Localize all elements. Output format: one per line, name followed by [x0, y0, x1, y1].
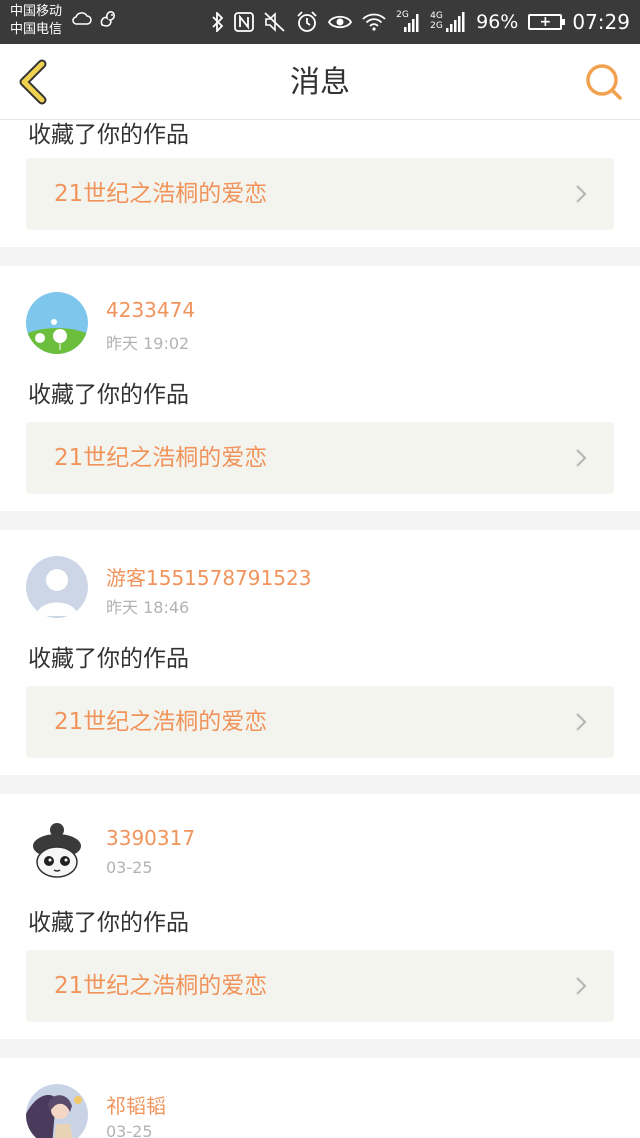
search-icon	[586, 64, 622, 100]
status-right: 2G 4G 2G 96% + 07:29	[212, 0, 630, 44]
alarm-icon	[297, 11, 317, 32]
anime-avatar-icon	[26, 1084, 88, 1138]
work-link[interactable]: 21世纪之浩桐的爱恋	[26, 686, 614, 758]
message-list[interactable]: 收藏了你的作品 21世纪之浩桐的爱恋 4233474 昨天 19:02 收藏了你…	[0, 120, 640, 1138]
message-card: 收藏了你的作品 21世纪之浩桐的爱恋	[0, 120, 640, 247]
nfc-icon	[234, 12, 255, 32]
message-card: 3390317 03-25 收藏了你的作品 21世纪之浩桐的爱恋	[0, 794, 640, 1039]
default-user-avatar-icon	[26, 556, 88, 618]
squirrel-icon	[100, 11, 115, 27]
chevron-right-icon	[576, 977, 587, 995]
message-time: 昨天 19:02	[106, 334, 190, 353]
cartoon-character-avatar-icon	[26, 820, 88, 882]
carrier-2: 中国电信	[10, 22, 63, 37]
bluetooth-icon	[212, 12, 224, 32]
search-button[interactable]	[584, 62, 624, 102]
carrier-labels: 中国移动 中国电信	[10, 3, 62, 39]
username[interactable]: 3390317	[106, 826, 195, 850]
message-card: 祁韬韬 03-25	[0, 1058, 640, 1138]
username[interactable]: 祁韬韬	[106, 1090, 166, 1119]
work-link[interactable]: 21世纪之浩桐的爱恋	[26, 158, 614, 230]
work-title: 21世纪之浩桐的爱恋	[54, 181, 268, 207]
work-link[interactable]: 21世纪之浩桐的爱恋	[26, 950, 614, 1022]
battery-icon: +	[528, 14, 566, 30]
username[interactable]: 游客1551578791523	[106, 562, 311, 591]
clock: 07:29	[572, 10, 630, 34]
cloud-icon	[72, 12, 92, 25]
mute-icon	[264, 12, 285, 32]
carrier-1: 中国移动	[10, 4, 63, 19]
wifi-icon	[362, 13, 386, 31]
status-left-icons	[72, 8, 118, 28]
avatar[interactable]	[26, 820, 88, 882]
message-time: 03-25	[106, 1122, 153, 1138]
chevron-right-icon	[576, 713, 587, 731]
work-title: 21世纪之浩桐的爱恋	[54, 973, 268, 999]
page-title: 消息	[290, 65, 350, 100]
work-title: 21世纪之浩桐的爱恋	[54, 445, 268, 471]
battery-percent: 96%	[476, 11, 519, 33]
message-card: 4233474 昨天 19:02 收藏了你的作品 21世纪之浩桐的爱恋	[0, 266, 640, 511]
dandelion-avatar-icon	[26, 292, 88, 354]
message-action: 收藏了你的作品	[28, 910, 189, 936]
avatar[interactable]	[26, 1084, 88, 1138]
header: 消息	[0, 44, 640, 120]
eye-icon	[328, 15, 353, 29]
signal-2-icon	[446, 12, 465, 32]
avatar[interactable]	[26, 556, 88, 618]
chevron-right-icon	[576, 449, 587, 467]
message-action: 收藏了你的作品	[28, 646, 189, 672]
username[interactable]: 4233474	[106, 298, 195, 322]
message-action: 收藏了你的作品	[28, 122, 189, 148]
message-time: 昨天 18:46	[106, 598, 190, 617]
chevron-left-icon	[19, 59, 47, 105]
signal-1: 2G	[396, 11, 420, 33]
back-button[interactable]	[14, 58, 54, 106]
message-time: 03-25	[106, 858, 153, 877]
work-link[interactable]: 21世纪之浩桐的爱恋	[26, 422, 614, 494]
chevron-right-icon	[576, 185, 587, 203]
avatar[interactable]	[26, 292, 88, 354]
signal-icon	[404, 14, 419, 32]
signal-2: 4G 2G	[430, 11, 466, 33]
message-action: 收藏了你的作品	[28, 382, 189, 408]
message-card: 游客1551578791523 昨天 18:46 收藏了你的作品 21世纪之浩桐…	[0, 530, 640, 775]
work-title: 21世纪之浩桐的爱恋	[54, 709, 268, 735]
status-bar: 中国移动 中国电信 2G 4G 2G 96% + 07:29	[0, 0, 640, 44]
